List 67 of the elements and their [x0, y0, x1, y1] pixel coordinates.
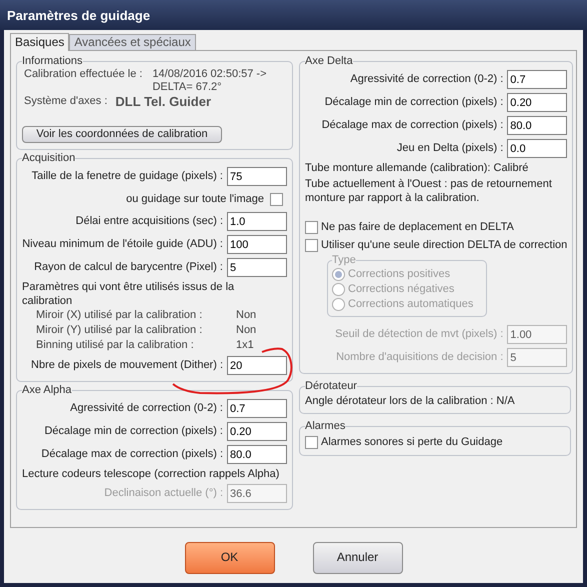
calibration-button[interactable]: Voir les coordonnées de calibration	[22, 126, 222, 143]
info-text: Tube monture allemande (calibration): Calibré	[305, 161, 530, 176]
field-label: Décalage min de correction (pixels) :	[44, 425, 223, 438]
input-field[interactable]: 1.0	[227, 212, 287, 231]
group-title: Informations	[22, 55, 83, 68]
info-value: Non	[236, 309, 256, 323]
checkbox[interactable]	[305, 238, 318, 252]
field-label: Agressivité de correction (0-2) :	[350, 73, 504, 86]
group-title: Dérotateur	[305, 380, 357, 393]
input-field[interactable]: 80.0	[227, 445, 287, 464]
field-label: Niveau minimum de l'étoile guide (ADU) :	[22, 238, 223, 251]
input-field[interactable]: 0.20	[507, 93, 568, 112]
info-text: Angle dérotateur lors de la calibration : N/A	[305, 394, 516, 409]
info-value: DLL Tel. Guider	[115, 95, 212, 108]
checkbox-label: Alarmes sonores si perte du Guidage	[321, 436, 503, 448]
input-field[interactable]: 80.0	[507, 116, 568, 135]
info-text: Lecture codeurs telescope (correction rappels Alpha)	[22, 467, 280, 482]
info-value: DELTA= 67.2°	[152, 81, 223, 94]
input-field[interactable]: 100	[227, 235, 287, 254]
info-label: Calibration effectuée le :	[24, 68, 142, 82]
info-value: 14/08/2016 02:50:57 ->	[152, 68, 267, 81]
input-field[interactable]: 75	[227, 167, 287, 186]
input-field[interactable]: 20	[227, 356, 287, 375]
input-field[interactable]: 0.20	[227, 422, 287, 441]
field-label: Jeu en Delta (pixels) :	[396, 142, 504, 155]
field-label: Taille de la fenetre de guidage (pixels) :	[32, 170, 223, 183]
cancel-button[interactable]: Annuler	[312, 542, 402, 574]
tab[interactable]: Basiques	[10, 33, 70, 51]
info-label: Miroir (Y) utilisé par la calibration :	[36, 324, 204, 338]
input-field[interactable]: 0.7	[227, 399, 287, 418]
checkbox-label: Ne pas faire de deplacement en DELTA	[321, 220, 514, 234]
input-field[interactable]: 5	[227, 258, 287, 277]
info-value: 1x1	[236, 339, 254, 353]
info-label: Binning utilisé par la calibration :	[36, 339, 195, 353]
ok-button[interactable]: OK	[184, 542, 274, 574]
window-title: Paramètres de guidage	[7, 8, 150, 22]
checkbox[interactable]	[305, 436, 318, 448]
field-label: Nombre d'aquisitions de decision :	[336, 351, 504, 364]
field-label: Seuil de détection de mvt (pixels) :	[335, 328, 504, 341]
group-title: Type	[332, 254, 356, 267]
field-label: Décalage min de correction (pixels) :	[324, 96, 504, 109]
field-label: Décalage max de correction (pixels) :	[41, 448, 223, 461]
tab[interactable]: Avancées et spéciaux	[69, 34, 196, 50]
checkbox-label: ou guidage sur toute l'image	[126, 192, 264, 206]
group-title: Axe Delta	[305, 55, 353, 68]
info-label: Miroir (X) utilisé par la calibration :	[36, 309, 204, 323]
field-label: Rayon de calcul de barycentre (Pixel) :	[34, 261, 223, 274]
field-label: Nbre de pixels de mouvement (Dither) :	[31, 359, 223, 372]
field-label: Décalage max de correction (pixels) :	[322, 119, 504, 132]
info-label: Système d'axes :	[24, 95, 108, 108]
info-text: Tube actuellement à l'Ouest : pas de retournement monture par rapport à la calibration.	[305, 177, 553, 206]
radio-label: Corrections négatives	[348, 283, 454, 296]
checkbox[interactable]	[305, 220, 318, 234]
input-field[interactable]: 0.0	[507, 139, 568, 158]
checkbox[interactable]	[270, 192, 283, 206]
radio-label: Corrections automatiques	[348, 298, 474, 311]
info-value: Non	[236, 324, 256, 338]
field-label: Délai entre acquisitions (sec) :	[76, 215, 223, 228]
field-label: Agressivité de correction (0-2) :	[70, 402, 223, 415]
group-title: Axe Alpha	[22, 384, 72, 397]
input-field[interactable]: 0.7	[507, 70, 568, 89]
radio-label: Corrections positives	[348, 268, 450, 281]
checkbox-label: Utiliser qu'une seule direction DELTA de correction	[321, 238, 568, 252]
group-title: Alarmes	[305, 420, 346, 433]
info-text: Paramètres qui vont être utilisés issus de la calibration	[22, 280, 236, 309]
group-title: Acquisition	[22, 152, 76, 165]
field-label: Declinaison actuelle (°) :	[104, 487, 223, 500]
